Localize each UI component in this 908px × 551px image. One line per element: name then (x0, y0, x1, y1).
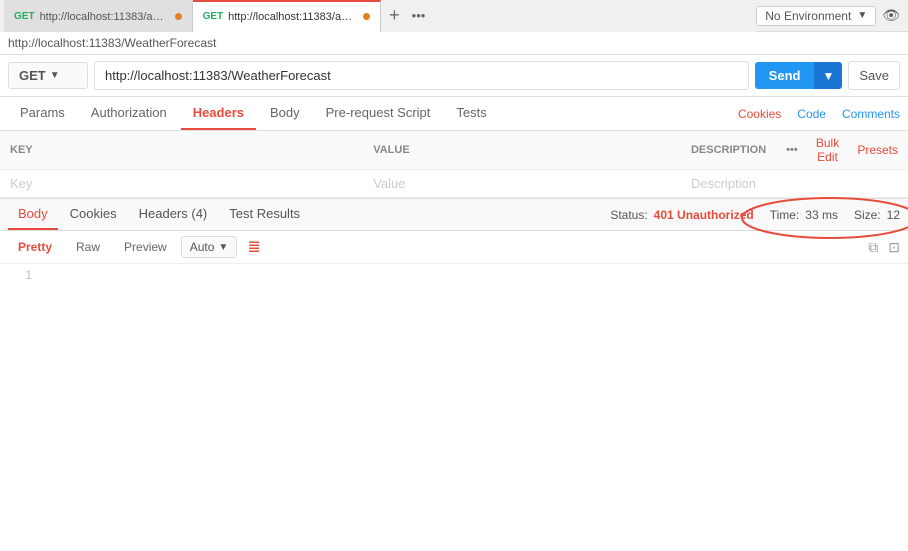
value-cell[interactable]: Value (363, 170, 681, 198)
tab-url-1: http://localhost:11383/api/Auth/... (40, 11, 170, 23)
presets-button[interactable]: Presets (857, 143, 898, 157)
col-description: DESCRIPTION (681, 131, 776, 170)
code-area: 1 (0, 264, 908, 286)
response-status: Status: 401 Unauthorized Time: 33 ms Siz… (610, 208, 900, 222)
tab-params[interactable]: Params (8, 97, 77, 130)
time-value: 33 ms (805, 208, 838, 222)
status-label: Status: (610, 208, 647, 222)
eye-icon[interactable]: 👁 (882, 7, 900, 24)
tab-method-1: GET (14, 11, 35, 22)
description-cell[interactable]: Description (681, 170, 776, 198)
tab-2[interactable]: GET http://localhost:11383/api/Auth/... (193, 0, 382, 32)
res-tab-cookies[interactable]: Cookies (60, 199, 127, 230)
res-tab-headers[interactable]: Headers (4) (129, 199, 218, 230)
environment-selector[interactable]: No Environment ▼ (756, 6, 876, 26)
line-number-1: 1 (8, 268, 32, 282)
cookies-link[interactable]: Cookies (738, 107, 781, 121)
view-preview-button[interactable]: Preview (114, 236, 177, 258)
col-value: VALUE (363, 131, 681, 170)
chevron-down-icon: ▼ (857, 10, 867, 21)
response-tabs: Body Cookies Headers (4) Test Results St… (0, 198, 908, 231)
res-tab-body[interactable]: Body (8, 199, 58, 230)
headers-table: KEY VALUE DESCRIPTION ••• Bulk Edit Pres… (0, 131, 908, 198)
format-selector[interactable]: Auto ▼ (181, 236, 238, 258)
format-label: Auto (190, 240, 215, 254)
tab-modified-dot-1 (175, 13, 182, 20)
tab-headers[interactable]: Headers (181, 97, 256, 130)
chevron-down-icon: ▼ (218, 242, 228, 253)
size-value: 12 (887, 208, 900, 222)
address-url: http://localhost:11383/WeatherForecast (8, 36, 216, 50)
save-button[interactable]: Save (848, 61, 900, 90)
tab-method-2: GET (203, 11, 224, 22)
tab-prerequest[interactable]: Pre-request Script (314, 97, 443, 130)
chevron-down-icon: ▼ (50, 70, 60, 81)
tab-1[interactable]: GET http://localhost:11383/api/Auth/... (4, 0, 193, 32)
col-actions: ••• Bulk Edit Presets (776, 131, 908, 170)
bulk-edit-button[interactable]: Bulk Edit (806, 136, 850, 164)
view-raw-button[interactable]: Raw (66, 236, 110, 258)
code-line-1: 1 (0, 264, 908, 286)
add-tab-button[interactable]: + (385, 3, 404, 28)
url-input[interactable] (94, 61, 749, 90)
size-label: Size: (854, 208, 881, 222)
view-pretty-button[interactable]: Pretty (8, 236, 62, 258)
status-badge: 401 Unauthorized (654, 208, 754, 222)
comments-link[interactable]: Comments (842, 107, 900, 121)
tab-body[interactable]: Body (258, 97, 312, 130)
send-dropdown-button[interactable]: ▼ (814, 62, 842, 89)
tab-authorization[interactable]: Authorization (79, 97, 179, 130)
res-tab-test-results[interactable]: Test Results (219, 199, 310, 230)
col-more-icon: ••• (786, 144, 798, 156)
method-selector[interactable]: GET ▼ (8, 62, 88, 89)
response-toolbar: Pretty Raw Preview Auto ▼ ≣ ⧉ ⊡ (0, 231, 908, 264)
env-label: No Environment (765, 9, 851, 23)
tab-tests[interactable]: Tests (444, 97, 498, 130)
table-row: Key Value Description (0, 170, 908, 198)
col-key: KEY (0, 131, 363, 170)
wrap-icon[interactable]: ≣ (247, 237, 260, 257)
more-tabs-button[interactable]: ••• (408, 6, 430, 25)
code-link[interactable]: Code (797, 107, 826, 121)
request-bar: GET ▼ Send ▼ Save (0, 55, 908, 97)
key-cell[interactable]: Key (0, 170, 363, 198)
expand-icon[interactable]: ⊡ (888, 239, 900, 256)
request-tabs: Params Authorization Headers Body Pre-re… (0, 97, 908, 131)
address-bar: http://localhost:11383/WeatherForecast (0, 32, 908, 55)
copy-icon[interactable]: ⧉ (868, 239, 878, 256)
time-label: Time: (770, 208, 800, 222)
row-actions-cell (776, 170, 908, 198)
tab-url-2: http://localhost:11383/api/Auth/... (228, 11, 358, 23)
method-label: GET (19, 68, 46, 83)
tab-modified-dot-2 (363, 13, 370, 20)
send-button[interactable]: Send (755, 62, 815, 89)
